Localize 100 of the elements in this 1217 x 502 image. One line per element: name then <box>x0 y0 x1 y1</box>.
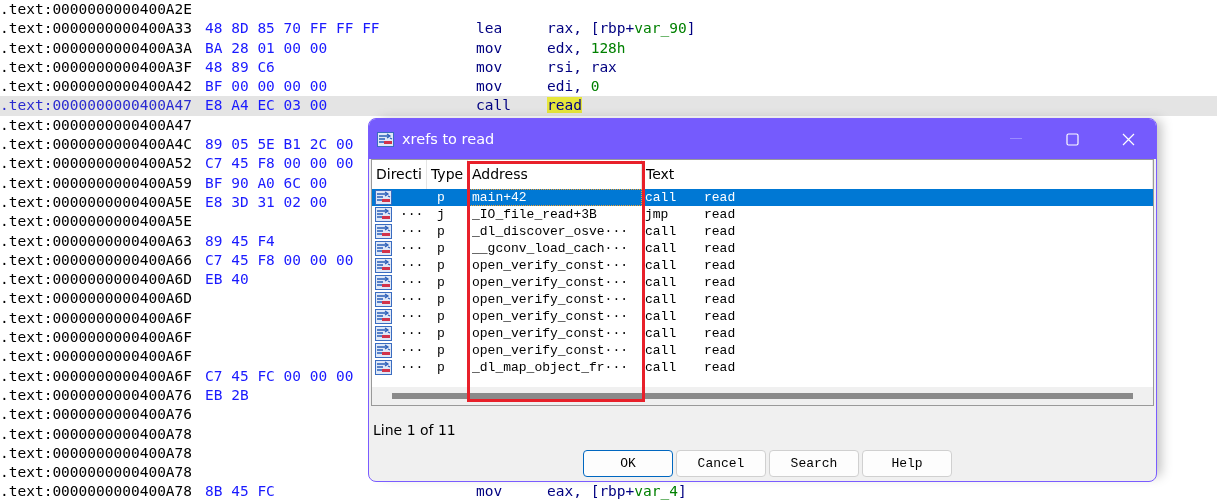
xref-row[interactable]: ··· p _dl_map_object_fr··· call read <box>372 359 1153 376</box>
xref-row[interactable]: ··· p open_verify_const··· call read <box>372 291 1153 308</box>
xref-icon <box>375 275 392 290</box>
xref-row[interactable]: ··· p __gconv_load_cach··· call read <box>372 240 1153 257</box>
xref-row[interactable]: ··· p open_verify_const··· call read <box>372 257 1153 274</box>
type-text: p <box>436 292 446 307</box>
type-text: p <box>436 309 446 324</box>
address-text: _dl_discover_osve··· <box>471 223 630 240</box>
opcode-bytes: C7 45 FC 00 00 00 <box>205 366 354 386</box>
xref-row[interactable]: ··· p open_verify_const··· call read <box>372 274 1153 291</box>
xref-icon <box>375 326 392 341</box>
address-text: .text:0000000000400A6F <box>0 366 193 386</box>
target-text: read <box>704 258 737 273</box>
opcode-bytes: BA 28 01 00 00 <box>205 38 328 58</box>
xref-row[interactable]: ··· p open_verify_const··· call read <box>372 325 1153 342</box>
operand-text: read <box>547 96 582 116</box>
opcode-bytes: E8 3D 31 02 00 <box>205 192 328 212</box>
instruction-text: call <box>644 258 678 273</box>
dialog-button[interactable]: OK <box>583 450 673 477</box>
mnemonic-text: lea <box>476 19 503 39</box>
mnemonic-text: mov <box>476 77 503 97</box>
opcode-bytes: C7 45 F8 00 00 00 <box>205 154 354 174</box>
direction-text: ··· <box>400 292 424 307</box>
address-text: .text:0000000000400A3A <box>0 38 193 58</box>
address-text: .text:0000000000400A66 <box>0 250 193 270</box>
xref-icon <box>375 190 392 205</box>
type-text: p <box>436 190 446 205</box>
direction-text: ··· <box>400 360 424 375</box>
operand-text: eax, [rbp+var_4] <box>547 482 687 502</box>
address-text: open_verify_const··· <box>471 308 630 325</box>
opcode-bytes: 48 8D 85 70 FF FF FF <box>205 19 380 39</box>
target-text: read <box>704 343 737 358</box>
opcode-bytes: EB 40 <box>205 270 249 290</box>
address-text: .text:0000000000400A6F <box>0 328 193 348</box>
target-text: read <box>704 292 737 307</box>
target-text: read <box>704 360 737 375</box>
dialog-button[interactable]: Cancel <box>676 450 766 477</box>
xref-icon <box>375 292 392 307</box>
address-text: .text:0000000000400A6F <box>0 347 193 367</box>
xref-row[interactable]: ··· p open_verify_const··· call read <box>372 342 1153 359</box>
opcode-bytes: 8B 45 FC <box>205 482 275 502</box>
type-text: p <box>436 326 446 341</box>
xref-icon <box>375 224 392 239</box>
horizontal-scrollbar[interactable] <box>372 387 1153 405</box>
address-text: main+42 <box>468 189 642 206</box>
target-text: read <box>704 309 737 324</box>
operand-text: edi, 0 <box>547 77 600 97</box>
target-text: read <box>704 241 737 256</box>
address-text: .text:0000000000400A47 <box>0 96 193 116</box>
address-text: .text:0000000000400A42 <box>0 77 193 97</box>
dialog-button[interactable]: Help <box>862 450 952 477</box>
instruction-text: call <box>644 309 678 324</box>
address-text: .text:0000000000400A6D <box>0 289 193 309</box>
address-text: .text:0000000000400A5E <box>0 212 193 232</box>
address-text: open_verify_const··· <box>471 342 630 359</box>
operand-text: rsi, rax <box>547 57 617 77</box>
target-text: read <box>704 275 737 290</box>
opcode-bytes: C7 45 F8 00 00 00 <box>205 250 354 270</box>
address-text: .text:0000000000400A59 <box>0 173 193 193</box>
xref-row[interactable]: p main+42 call read <box>372 189 1153 206</box>
dialog-button[interactable]: Search <box>769 450 859 477</box>
address-text: .text:0000000000400A76 <box>0 385 193 405</box>
xref-row[interactable]: ··· j _IO_file_read+3B jmp read <box>372 206 1153 223</box>
direction-text: ··· <box>400 309 424 324</box>
type-text: p <box>436 360 446 375</box>
address-text: .text:0000000000400A78 <box>0 463 193 483</box>
address-text: .text:0000000000400A52 <box>0 154 193 174</box>
target-text: read <box>704 190 737 205</box>
instruction-text: call <box>644 360 678 375</box>
xref-icon <box>375 207 392 222</box>
type-text: p <box>436 241 446 256</box>
close-icon[interactable] <box>1121 132 1135 146</box>
operand-text: rax, [rbp+var_90] <box>547 19 696 39</box>
address-text: .text:0000000000400A78 <box>0 424 193 444</box>
instruction-text: call <box>644 241 678 256</box>
address-text: .text:0000000000400A4C <box>0 135 193 155</box>
xref-row[interactable]: ··· p _dl_discover_osve··· call read <box>372 223 1153 240</box>
mnemonic-text: mov <box>476 38 503 58</box>
address-text: _IO_file_read+3B <box>471 206 598 223</box>
opcode-bytes: EB 2B <box>205 385 249 405</box>
address-text: open_verify_const··· <box>471 257 630 274</box>
maximize-icon[interactable] <box>1065 132 1079 146</box>
instruction-text: call <box>644 292 678 307</box>
direction-text: ··· <box>400 207 424 222</box>
instruction-text: call <box>644 326 678 341</box>
xref-icon <box>375 241 392 256</box>
opcode-bytes: 48 89 C6 <box>205 57 275 77</box>
opcode-bytes: E8 A4 EC 03 00 <box>205 96 328 116</box>
address-text: open_verify_const··· <box>471 274 630 291</box>
address-text: .text:0000000000400A3F <box>0 57 193 77</box>
address-text: open_verify_const··· <box>471 291 630 308</box>
opcode-bytes: BF 90 A0 6C 00 <box>205 173 328 193</box>
instruction-text: call <box>644 275 678 290</box>
mnemonic-text: call <box>476 96 511 116</box>
instruction-text: call <box>644 190 678 205</box>
address-text: _dl_map_object_fr··· <box>471 359 630 376</box>
status-text: Line 1 of 11 <box>372 421 457 440</box>
type-text: p <box>436 343 446 358</box>
address-text: .text:0000000000400A76 <box>0 405 193 425</box>
xref-row[interactable]: ··· p open_verify_const··· call read <box>372 308 1153 325</box>
